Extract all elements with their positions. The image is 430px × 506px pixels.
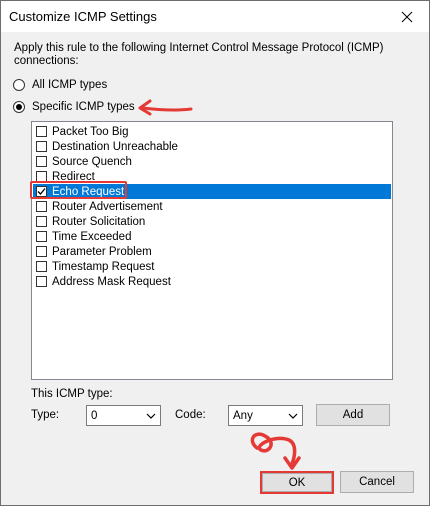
checkbox[interactable]	[36, 126, 47, 137]
close-button[interactable]	[384, 1, 429, 32]
list-item-label: Packet Too Big	[52, 125, 129, 138]
ok-button-highlight	[260, 471, 334, 494]
chevron-down-icon	[146, 413, 156, 419]
checkbox[interactable]	[36, 261, 47, 272]
list-item-timestamp-request[interactable]: Timestamp Request	[33, 259, 391, 274]
list-item-router-advertisement[interactable]: Router Advertisement	[33, 199, 391, 214]
this-icmp-type-label: This ICMP type:	[31, 388, 113, 400]
list-item-label: Router Solicitation	[52, 215, 146, 228]
checkbox[interactable]	[36, 276, 47, 287]
echo-request-highlight	[30, 181, 127, 199]
radio-label: All ICMP types	[32, 79, 108, 91]
window-title: Customize ICMP Settings	[9, 9, 157, 24]
radio-all-icmp-types[interactable]: All ICMP types	[13, 79, 107, 91]
chevron-down-icon	[288, 413, 298, 419]
checkbox[interactable]	[36, 246, 47, 257]
list-item-time-exceeded[interactable]: Time Exceeded	[33, 229, 391, 244]
checkbox[interactable]	[36, 156, 47, 167]
intro-text: Apply this rule to the following Interne…	[14, 42, 384, 67]
icmp-types-list[interactable]: Packet Too Big Destination Unreachable S…	[31, 121, 393, 380]
list-item-source-quench[interactable]: Source Quench	[33, 154, 391, 169]
checkbox[interactable]	[36, 201, 47, 212]
close-icon	[401, 11, 412, 22]
annotation-curved-arrow-icon	[250, 432, 301, 470]
code-label: Code:	[175, 409, 206, 421]
list-item-label: Timestamp Request	[52, 260, 155, 273]
radio-specific-icmp-types[interactable]: Specific ICMP types	[13, 101, 135, 113]
title-bar: Customize ICMP Settings	[1, 1, 429, 32]
checkbox[interactable]	[36, 216, 47, 227]
code-value: Any	[233, 409, 253, 422]
list-item-destination-unreachable[interactable]: Destination Unreachable	[33, 139, 391, 154]
cancel-button[interactable]: Cancel	[340, 471, 414, 493]
list-item-label: Destination Unreachable	[52, 140, 178, 153]
radio-button[interactable]	[13, 101, 25, 113]
list-item-packet-too-big[interactable]: Packet Too Big	[33, 124, 391, 139]
add-button[interactable]: Add	[316, 404, 390, 426]
code-dropdown[interactable]: Any	[228, 405, 303, 426]
checkbox[interactable]	[36, 231, 47, 242]
list-item-label: Source Quench	[52, 155, 132, 168]
annotation-arrow-icon	[138, 99, 193, 116]
list-item-label: Router Advertisement	[52, 200, 163, 213]
list-item-label: Address Mask Request	[52, 275, 171, 288]
type-label: Type:	[31, 409, 60, 421]
radio-label: Specific ICMP types	[32, 101, 135, 113]
list-item-label: Parameter Problem	[52, 245, 152, 258]
list-item-router-solicitation[interactable]: Router Solicitation	[33, 214, 391, 229]
list-item-address-mask-request[interactable]: Address Mask Request	[33, 274, 391, 289]
customize-icmp-dialog: Customize ICMP Settings Apply this rule …	[0, 0, 430, 506]
list-item-parameter-problem[interactable]: Parameter Problem	[33, 244, 391, 259]
list-item-label: Time Exceeded	[52, 230, 132, 243]
checkbox[interactable]	[36, 141, 47, 152]
type-dropdown[interactable]: 0	[86, 405, 161, 426]
radio-button[interactable]	[13, 79, 25, 91]
type-value: 0	[91, 409, 98, 422]
